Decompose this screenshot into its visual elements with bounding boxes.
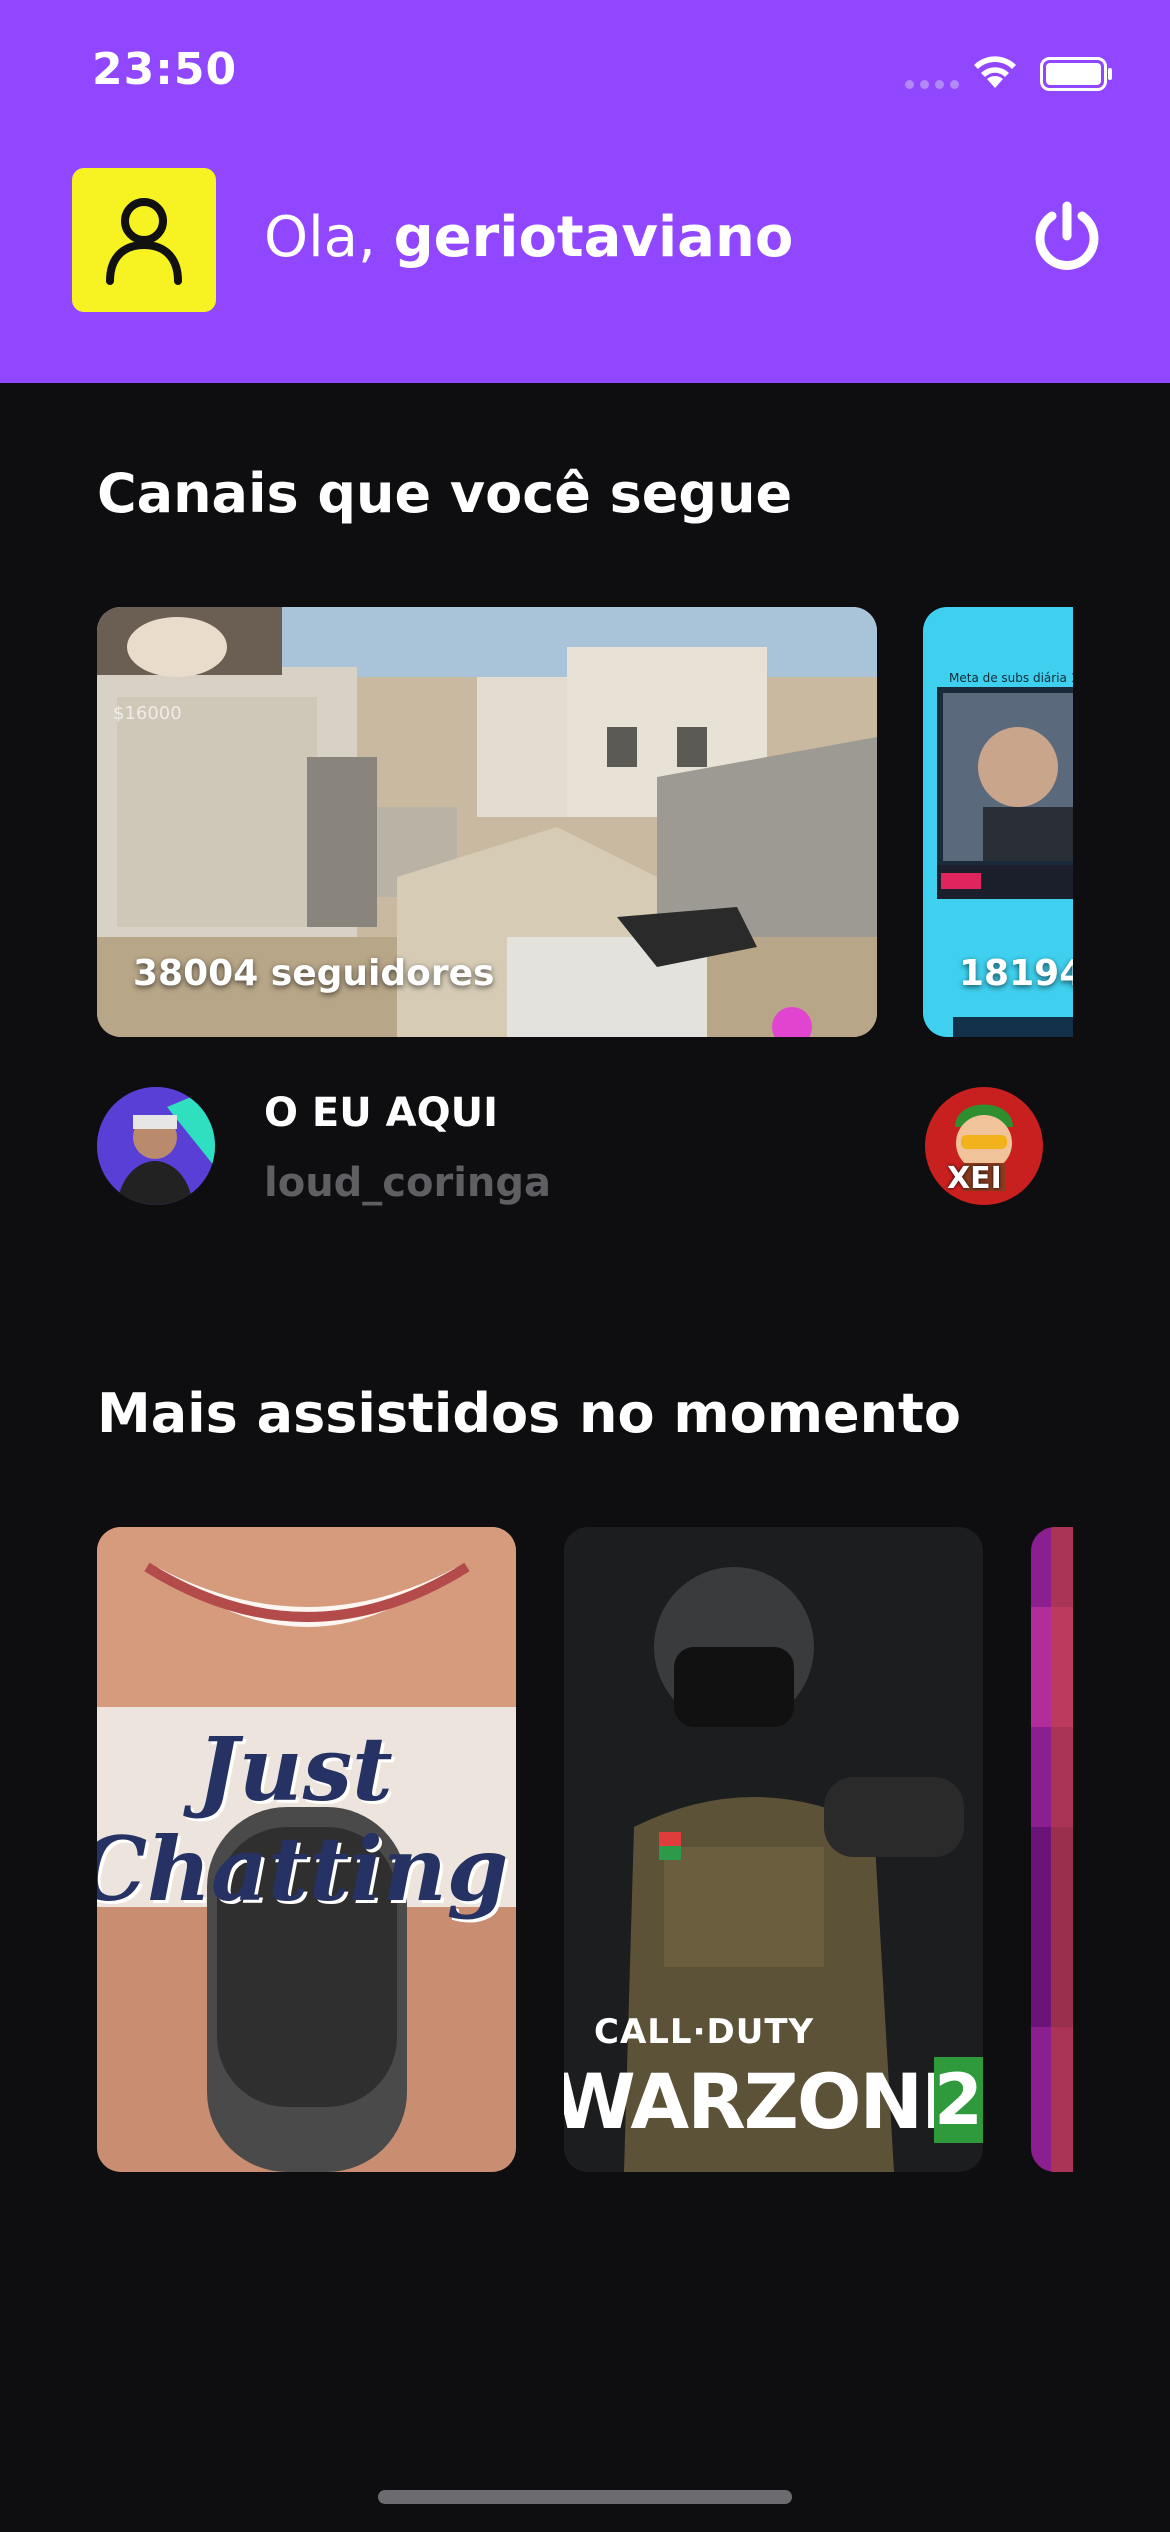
- channel-avatar[interactable]: XEI: [925, 1087, 1043, 1205]
- battery-icon: [1040, 57, 1112, 91]
- greeting-username: geriotaviano: [393, 205, 794, 270]
- home-indicator[interactable]: [378, 2490, 792, 2504]
- cellular-signal-icon: [905, 80, 959, 89]
- category-box-art: [1031, 1527, 1073, 2172]
- followers-count: 38004 seguidores: [133, 953, 495, 994]
- channel-name[interactable]: loud_coringa: [264, 1160, 551, 1206]
- overlay-sub-goal: Meta de subs diária 11: [949, 671, 1073, 685]
- followers-count: 18194 seguidores: [959, 953, 1073, 994]
- logout-power-icon[interactable]: [1030, 200, 1104, 274]
- box-art-text-1: Just: [197, 1717, 393, 1821]
- category-card[interactable]: CALL·DUTY WARZONE 2: [564, 1527, 983, 2172]
- stream-thumbnail[interactable]: $16000 38004 seguidores: [97, 607, 877, 1037]
- overlay-money: $16000: [113, 703, 182, 724]
- greeting-prefix: Ola,: [264, 205, 394, 270]
- avatar-caption: XEI: [947, 1161, 1002, 1196]
- box-art-text-1: CALL·DUTY: [594, 2012, 815, 2052]
- stream-title: O EU AQUI: [264, 1090, 498, 1136]
- category-card[interactable]: [1031, 1527, 1073, 2172]
- user-avatar-button[interactable]: [72, 168, 216, 312]
- box-art-text-2: WARZONE: [564, 2057, 973, 2146]
- wifi-icon: [974, 56, 1016, 88]
- status-time: 23:50: [92, 44, 238, 95]
- box-art-badge: 2: [934, 2057, 983, 2143]
- channel-avatar[interactable]: [97, 1087, 215, 1205]
- top-watched-section-title: Mais assistidos no momento: [97, 1382, 961, 1445]
- category-card[interactable]: Just Chatting: [97, 1527, 516, 2172]
- box-art-text-2: Chatting: [97, 1817, 509, 1921]
- greeting-text: Ola, geriotaviano: [264, 205, 793, 270]
- app-header: 23:50 Ola, geriotaviano: [0, 0, 1170, 383]
- channel-avatar-image: [97, 1087, 215, 1205]
- followed-section-title: Canais que você segue: [97, 462, 793, 525]
- stream-thumbnail[interactable]: Meta de subs diária 11 18194 seguidores: [923, 607, 1073, 1037]
- user-icon: [106, 198, 182, 285]
